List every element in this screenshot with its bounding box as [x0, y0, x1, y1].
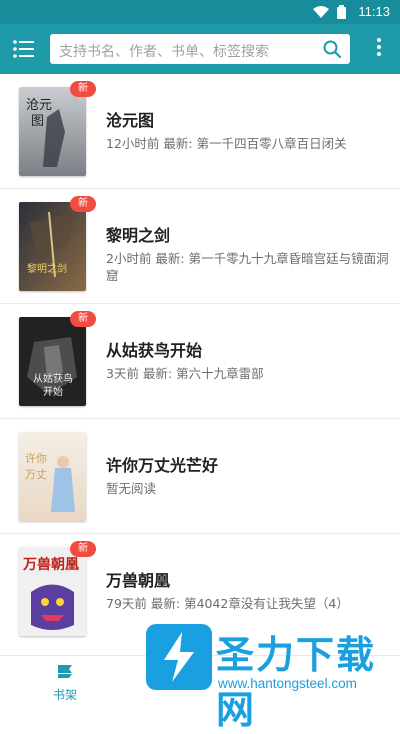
book-cover: 从姑获鸟 开始 — [19, 317, 86, 406]
new-badge: 新 — [70, 81, 96, 97]
search-input[interactable]: 支持书名、作者、书单、标签搜索 — [50, 34, 350, 64]
book-title: 从姑获鸟开始 — [106, 341, 203, 360]
search-placeholder: 支持书名、作者、书单、标签搜索 — [59, 44, 269, 60]
watermark-logo — [146, 624, 212, 690]
book-item[interactable]: 黎明之剑 新 黎明之剑 2小时前 最新: 第一千零九十九章昏暗宫廷与镜面洞窟 — [0, 189, 400, 304]
book-update-info: 3天前 最新: 第六十九章雷部 — [106, 366, 264, 381]
book-cover: 许你 万丈 — [19, 432, 86, 521]
status-bar: 11:13 — [0, 0, 400, 24]
book-update-info: 暂无阅读 — [106, 481, 157, 496]
app-bar: 支持书名、作者、书单、标签搜索 — [0, 24, 400, 74]
status-icons — [313, 5, 346, 19]
new-badge: 新 — [70, 311, 96, 327]
svg-text:从姑获鸟: 从姑获鸟 — [33, 372, 73, 385]
book-item[interactable]: 从姑获鸟 开始 新 从姑获鸟开始 3天前 最新: 第六十九章雷部 — [0, 304, 400, 419]
book-title: 沧元图 — [106, 111, 155, 130]
battery-icon — [337, 5, 346, 19]
clock: 11:13 — [358, 4, 390, 19]
wifi-icon — [313, 5, 329, 18]
svg-text:万兽朝凰: 万兽朝凰 — [22, 556, 79, 573]
book-update-info: 2小时前 最新: 第一千零九十九章昏暗宫廷与镜面洞窟 — [106, 251, 389, 283]
book-cover: 沧元 图 — [19, 87, 86, 176]
svg-text:黎明之剑: 黎明之剑 — [27, 262, 67, 275]
list-menu-icon[interactable] — [12, 37, 36, 61]
tab-bookshelf[interactable]: 书架 — [30, 664, 100, 703]
watermark-url: www.hantongsteel.com — [218, 676, 357, 691]
book-update-info: 79天前 最新: 第4042章没有让我失望（4） — [106, 596, 349, 611]
book-cover: 万兽朝凰 — [19, 547, 86, 636]
new-badge: 新 — [70, 196, 96, 212]
book-title: 许你万丈光芒好 — [106, 456, 219, 475]
svg-text:图: 图 — [31, 114, 44, 129]
svg-text:开始: 开始 — [43, 385, 63, 398]
book-update-info: 12小时前 最新: 第一千四百零八章百日闭关 — [106, 136, 347, 151]
bookshelf-icon — [58, 665, 72, 678]
more-vert-icon[interactable] — [376, 38, 382, 60]
book-title: 万兽朝凰 — [106, 571, 171, 590]
book-title: 黎明之剑 — [106, 226, 171, 245]
new-badge: 新 — [70, 541, 96, 557]
book-list: 沧元 图 新 沧元图 12小时前 最新: 第一千四百零八章百日闭关 黎明之剑 新… — [0, 74, 400, 649]
book-item[interactable]: 许你 万丈 许你万丈光芒好 暂无阅读 — [0, 419, 400, 534]
tab-bookshelf-label: 书架 — [52, 688, 77, 702]
book-item[interactable]: 沧元 图 新 沧元图 12小时前 最新: 第一千四百零八章百日闭关 — [0, 74, 400, 189]
watermark: 圣力下载网 www.hantongsteel.com — [138, 618, 400, 732]
book-cover: 黎明之剑 — [19, 202, 86, 291]
search-icon[interactable] — [322, 39, 342, 59]
svg-text:万丈: 万丈 — [25, 468, 47, 481]
svg-text:沧元: 沧元 — [26, 97, 52, 113]
svg-text:许你: 许你 — [25, 452, 47, 465]
